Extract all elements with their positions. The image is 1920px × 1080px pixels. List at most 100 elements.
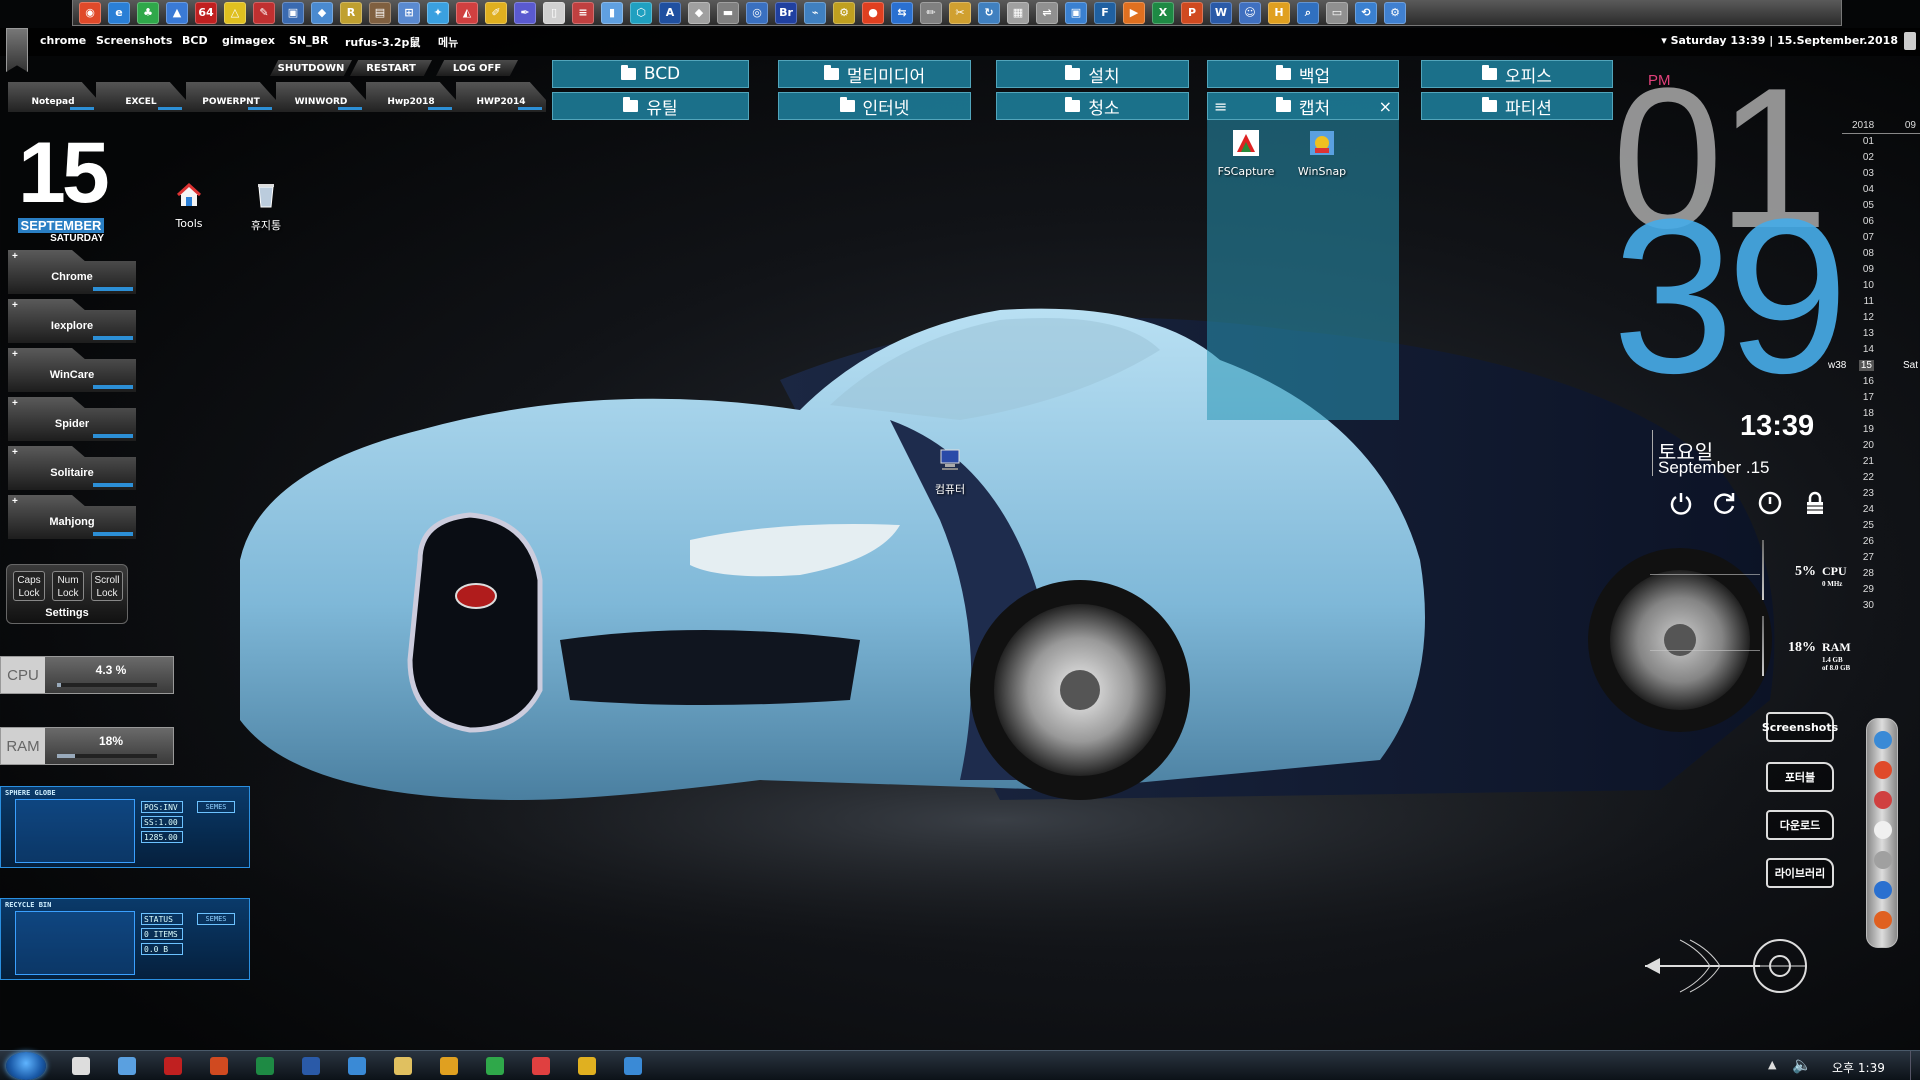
num-lock-indicator[interactable]: Num Lock [52,571,84,601]
calendar-day[interactable]: 02 [1842,150,1920,166]
paint-dock-icon[interactable] [1874,791,1892,809]
tray-clock[interactable]: 오후 1:39 [1832,1059,1885,1076]
program-tab-notepad[interactable]: Notepad [8,82,98,112]
fence-internet[interactable]: 인터넷 [778,92,971,120]
menu-icon[interactable]: ≡ [1214,93,1227,121]
drive-icon[interactable]: ▲ [166,1,188,24]
calendar-day[interactable]: 24 [1842,502,1920,518]
a-icon[interactable]: A [659,1,681,24]
menu-datetime[interactable]: ▾ Saturday 13:39 | 15.September.2018 [1661,34,1898,47]
file-icon[interactable]: ▮ [601,1,623,24]
calendar-day[interactable]: 30 [1842,598,1920,614]
restart-button[interactable]: RESTART [350,60,432,76]
backup-icon[interactable]: ⟲ [1355,1,1377,24]
desktop-icon-computer[interactable]: 컴퓨터 [920,444,980,497]
menu-scroll-handle[interactable] [1904,32,1916,50]
player-icon[interactable] [440,1057,458,1075]
control-icon[interactable]: ▣ [1065,1,1087,24]
paint-icon[interactable]: ◭ [456,1,478,24]
start-button[interactable] [6,1052,46,1080]
lock-icon[interactable] [1802,490,1828,516]
power-icon[interactable] [1668,490,1694,516]
restart-icon[interactable] [1712,490,1738,516]
calculator-icon[interactable] [348,1057,366,1075]
program-tab-hwp2018[interactable]: Hwp2018 [366,82,456,112]
cube-icon[interactable]: ⬡ [630,1,652,24]
brush-icon[interactable]: ✐ [485,1,507,24]
calendar-day[interactable]: 03 [1842,166,1920,182]
scroll-lock-indicator[interactable]: Scroll Lock [91,571,123,601]
calendar-day[interactable]: 18 [1842,406,1920,422]
ie-dock-icon[interactable] [1874,731,1892,749]
diamond-icon[interactable]: ◆ [688,1,710,24]
drop-icon[interactable]: ◆ [311,1,333,24]
hud-button[interactable]: SEMES [197,913,235,925]
ship-icon[interactable]: ⌁ [804,1,826,24]
calendar-day[interactable]: 13 [1842,326,1920,342]
menu-item-rufus[interactable]: rufus-3.2p鼠 [345,34,420,50]
pencil-icon[interactable]: ✏ [920,1,942,24]
calendar-day[interactable]: 12 [1842,310,1920,326]
program-tab-powerpnt[interactable]: POWERPNT [186,82,276,112]
calendar-day[interactable]: 04 [1842,182,1920,198]
car-icon[interactable]: ▬ [717,1,739,24]
word-taskbar-icon[interactable] [302,1057,320,1075]
menu-item-menu[interactable]: 메뉴 [438,34,458,50]
calendar-day[interactable]: w38 15 Sat [1828,358,1920,374]
desktop-icon-recycle-bin[interactable]: 휴지통 [236,180,296,233]
triangle-warning-icon[interactable]: △ [224,1,246,24]
calendar-day[interactable]: 08 [1842,246,1920,262]
firefox-dock-icon[interactable] [1874,911,1892,929]
usb-icon[interactable]: ⇌ [1036,1,1058,24]
fence-multimedia[interactable]: 멀티미디어 [778,60,971,88]
ie-icon[interactable]: e [108,1,130,24]
bird-icon[interactable]: ✦ [427,1,449,24]
fence-office[interactable]: 오피스 [1421,60,1613,88]
shortcut-portable[interactable]: 포터블 [1766,762,1834,792]
media-icon[interactable]: ▶ [1123,1,1145,24]
winsnap-app[interactable]: WinSnap [1287,128,1357,178]
calendar-day[interactable]: 06 [1842,214,1920,230]
fence-cleanup[interactable]: 청소 [996,92,1189,120]
tiles-icon[interactable] [72,1057,90,1075]
hwp-icon[interactable]: H [1268,1,1290,24]
menu-item-gimagex[interactable]: gimagex [222,34,275,47]
x64-icon[interactable]: 64 [195,1,217,24]
rar-icon[interactable]: R [340,1,362,24]
fscapture-app[interactable]: FSCapture [1211,128,1281,178]
calendar-day[interactable]: 21 [1842,454,1920,470]
people-icon[interactable]: ☺ [1239,1,1261,24]
tray-expand-icon[interactable]: ▲ [1768,1058,1776,1071]
refresh-icon[interactable]: ↻ [978,1,1000,24]
teamviewer-dock-icon[interactable] [1874,881,1892,899]
fence-util[interactable]: 유틸 [552,92,749,120]
calendar-day[interactable]: 07 [1842,230,1920,246]
calendar-day[interactable]: 09 [1842,262,1920,278]
network-icon[interactable]: ⊞ [398,1,420,24]
shortcut-screenshots[interactable]: Screenshots [1762,712,1838,742]
desktop-icon-tools[interactable]: Tools [159,180,219,230]
shutdown-button[interactable]: SHUTDOWN [270,60,352,76]
settings-icon[interactable]: ⚙ [1384,1,1406,24]
close-icon[interactable]: × [1379,93,1392,121]
calendar-day[interactable]: 05 [1842,198,1920,214]
menu-item-sn-br[interactable]: SN_BR [289,34,328,47]
br-icon[interactable]: Br [775,1,797,24]
calendar-day[interactable]: 10 [1842,278,1920,294]
menu-logo-icon[interactable] [6,28,28,72]
show-desktop-button[interactable] [1910,1051,1920,1080]
menu-item-chrome[interactable]: chrome [40,34,86,47]
lock-settings-button[interactable]: Settings [7,607,127,619]
window-icon[interactable]: ▦ [1007,1,1029,24]
brush-taskbar-icon[interactable] [532,1057,550,1075]
fence-install[interactable]: 설치 [996,60,1189,88]
archive-icon[interactable]: ▤ [369,1,391,24]
ppt-icon[interactable]: P [1181,1,1203,24]
fence-backup[interactable]: 백업 [1207,60,1399,88]
shortcut-downloads[interactable]: 다운로드 [1766,810,1834,840]
doc-icon[interactable]: ▯ [543,1,565,24]
logoff-button[interactable]: LOG OFF [436,60,518,76]
calendar-day[interactable]: 20 [1842,438,1920,454]
program-tab-hwp2014[interactable]: HWP2014 [456,82,546,112]
ie-taskbar-icon[interactable] [624,1057,642,1075]
